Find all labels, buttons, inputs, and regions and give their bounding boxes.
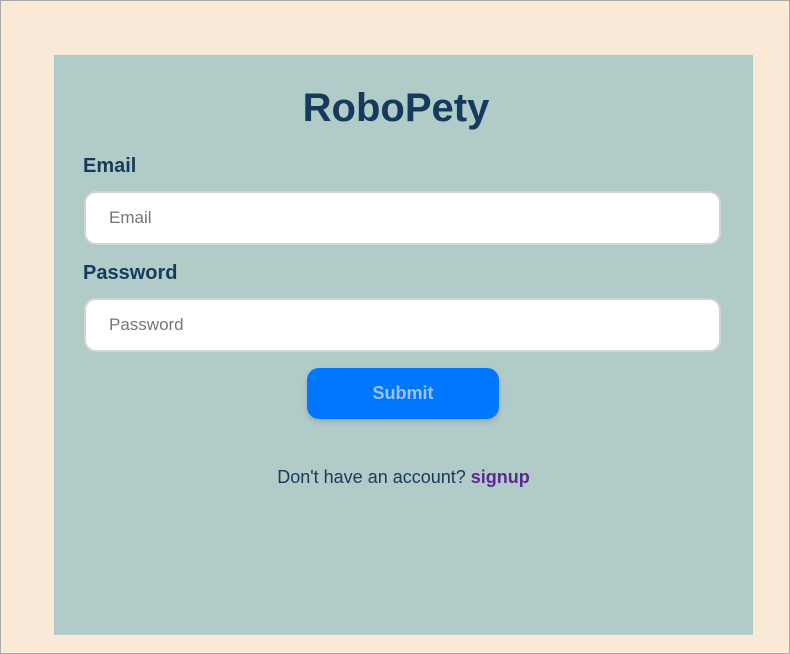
email-input[interactable] [84, 191, 721, 245]
email-label: Email [83, 155, 137, 177]
password-input[interactable] [84, 298, 721, 352]
page: RoboPety Email Password Submit Don't hav… [0, 0, 790, 654]
password-label: Password [83, 262, 178, 284]
signup-prompt: Don't have an account? signup [54, 466, 753, 488]
login-card: RoboPety Email Password Submit Don't hav… [54, 55, 753, 635]
submit-button[interactable]: Submit [307, 368, 499, 419]
signup-prompt-text: Don't have an account? [277, 467, 471, 487]
signup-link[interactable]: signup [471, 467, 530, 487]
app-title: RoboPety [302, 86, 490, 130]
